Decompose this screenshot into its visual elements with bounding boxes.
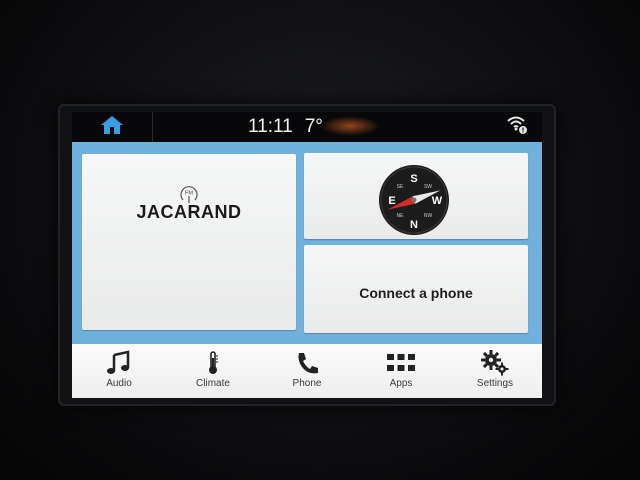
dock-phone-button[interactable]: Phone bbox=[260, 344, 354, 398]
dock-phone-label: Phone bbox=[292, 378, 322, 389]
thermometer-icon bbox=[205, 350, 221, 376]
dock-apps-label: Apps bbox=[389, 378, 413, 389]
dock-climate-button[interactable]: Climate bbox=[166, 344, 260, 398]
compass-tick-nw: NW bbox=[424, 213, 433, 219]
wifi-hotspot-icon[interactable] bbox=[506, 114, 528, 141]
compass-letter-s: S bbox=[410, 173, 417, 185]
phone-icon bbox=[294, 350, 320, 376]
dock-settings-label: Settings bbox=[476, 378, 514, 389]
touch-screen: 11:11 7° FM JACARAND S E W N SE SW NE NW… bbox=[72, 112, 542, 398]
status-readout: 11:11 7° bbox=[248, 116, 323, 138]
compass-letter-e: E bbox=[388, 195, 395, 207]
dock-settings-button[interactable]: Settings bbox=[448, 344, 542, 398]
home-content-area: FM JACARAND S E W N SE SW NE NW Connect … bbox=[72, 142, 542, 344]
compass-tick-ne: NE bbox=[397, 213, 405, 219]
apps-grid-icon bbox=[386, 350, 416, 376]
home-icon bbox=[100, 115, 124, 140]
station-name: JACARAND bbox=[136, 202, 242, 222]
audio-tile[interactable]: FM JACARAND bbox=[82, 154, 296, 330]
outside-temperature: 7° bbox=[304, 116, 323, 137]
connect-phone-label: Connect a phone bbox=[359, 285, 473, 301]
gears-icon bbox=[480, 350, 510, 376]
compass-letter-w: W bbox=[432, 195, 443, 207]
fm-band-label: FM bbox=[185, 191, 193, 197]
dock-climate-label: Climate bbox=[196, 378, 230, 389]
clock-time: 11:11 bbox=[248, 116, 293, 137]
phone-tile[interactable]: Connect a phone bbox=[304, 245, 528, 333]
dock-audio-button[interactable]: Audio bbox=[72, 344, 166, 398]
navigation-tile[interactable]: S E W N SE SW NE NW bbox=[304, 153, 528, 239]
compass-letter-n: N bbox=[410, 219, 418, 231]
compass-tick-sw: SW bbox=[424, 184, 432, 190]
music-note-icon bbox=[106, 350, 132, 376]
bottom-dock: Audio Climate Phone Apps Settings bbox=[72, 344, 542, 398]
compass-tick-se: SE bbox=[397, 184, 404, 190]
compass-icon: S E W N SE SW NE NW bbox=[378, 164, 450, 241]
radio-antenna-icon: FM bbox=[180, 186, 198, 203]
temperature-glow bbox=[320, 116, 380, 136]
dock-apps-button[interactable]: Apps bbox=[354, 344, 448, 398]
status-bar: 11:11 7° bbox=[72, 112, 542, 142]
home-button[interactable] bbox=[72, 112, 153, 142]
dock-audio-label: Audio bbox=[106, 378, 132, 389]
